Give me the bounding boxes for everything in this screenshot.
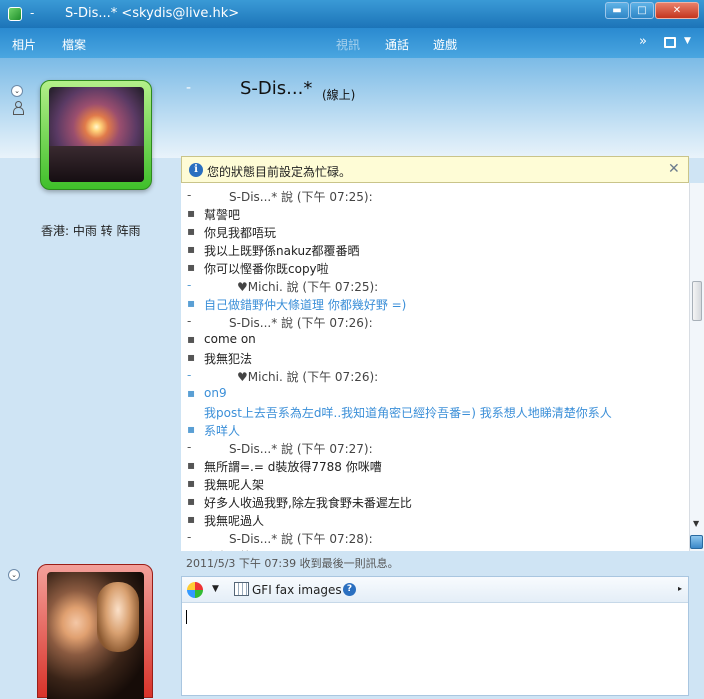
sender-header: S-Dis...* 說 (下午 07:26):: [229, 316, 373, 330]
message-text: 我無呢人架: [204, 478, 265, 492]
compose-area[interactable]: ▼ GFI fax images ? ▸: [181, 576, 689, 696]
message-text: 系咩人: [204, 424, 241, 438]
chat-history[interactable]: - S-Dis...* 說 (下午 07:25): ▪ 幫謦吧 ▪ 你見我都唔玩 ▪ 我以上既…: [181, 183, 689, 551]
scroll-down-icon[interactable]: ▼: [693, 519, 699, 528]
sender-dash: -: [187, 278, 192, 292]
message-text: 我無呢過人: [204, 514, 265, 528]
sender-header: ♥Michi. 說 (下午 07:25):: [237, 280, 379, 294]
contact-name[interactable]: S-Dis...*: [240, 78, 312, 99]
message-text: 我以上既野係nakuz都覆番晒: [204, 244, 360, 258]
emoticon-dropdown-icon[interactable]: ▼: [212, 584, 219, 594]
sender-dash: -: [187, 440, 192, 454]
messenger-icon: [8, 7, 22, 21]
bullet: ▪: [187, 206, 196, 220]
bullet: ▪: [187, 350, 196, 364]
chat-scrollbar[interactable]: ▼: [689, 183, 704, 551]
title-dash: -: [30, 6, 35, 20]
sender-header: S-Dis...* 說 (下午 07:25):: [229, 190, 373, 204]
bullet: ▪: [187, 386, 196, 400]
bullet: ▪: [187, 494, 196, 508]
sender-dash: -: [187, 530, 192, 544]
title-bar: - S-Dis...* <skydis@live.hk> ▬ □ ✕: [0, 0, 704, 28]
sender-dash: -: [187, 188, 192, 202]
toolbar-more-icon[interactable]: ▸: [678, 584, 682, 593]
bullet: ▪: [187, 296, 196, 310]
message-text: 你可以慳番你既copy啦: [204, 262, 329, 276]
message-text: come on: [204, 332, 256, 346]
contact-card-icon[interactable]: [12, 101, 24, 115]
sender-header: ♥Michi. 說 (下午 07:26):: [237, 370, 379, 384]
minimize-button[interactable]: ▬: [605, 2, 629, 19]
bullet: ▪: [187, 512, 196, 526]
notification-text: 您的狀態目前設定為忙碌。: [207, 165, 352, 179]
bullet: ▪: [187, 476, 196, 490]
message-text: 幫謦吧: [204, 208, 241, 222]
sender-dash: -: [187, 368, 192, 382]
sender-dash: -: [187, 314, 192, 328]
header-dash: -: [186, 80, 192, 96]
menu-files[interactable]: 檔案: [62, 36, 86, 53]
message-text: 你見我都唔玩: [204, 226, 277, 240]
bullet: ▪: [187, 332, 196, 346]
message-text: on9: [204, 386, 227, 400]
contact-avatar-frame[interactable]: [40, 80, 152, 190]
contact-status: (線上): [322, 88, 356, 102]
sender-header: S-Dis...* 說 (下午 07:28):: [229, 532, 373, 546]
menu-bar: 相片 檔案 視訊 通話 遊戲 » ▼: [0, 28, 704, 58]
scrollbar-thumb[interactable]: [692, 281, 702, 321]
bullet: ▪: [187, 458, 196, 472]
emoticon-icon[interactable]: [187, 582, 203, 598]
maximize-button[interactable]: □: [630, 2, 654, 19]
bullet: ▪: [187, 422, 196, 436]
menu-call[interactable]: 通話: [385, 36, 409, 53]
tools-dropdown-icon[interactable]: ▼: [684, 36, 691, 46]
close-button[interactable]: ✕: [655, 2, 699, 19]
help-icon[interactable]: ?: [343, 583, 356, 596]
menu-photos[interactable]: 相片: [12, 36, 36, 53]
message-text: 好多人收過我野,除左我食野未番遲左比: [204, 496, 412, 510]
last-message-status: 2011/5/3 下午 07:39 收到最後一則訊息。: [186, 557, 399, 570]
menu-more-button[interactable]: »: [639, 34, 647, 49]
bullet: ▪: [187, 260, 196, 274]
message-text: 我無犯法: [204, 352, 253, 366]
notification-close-button[interactable]: ✕: [668, 161, 680, 177]
message-text: 我走既等!: [204, 548, 257, 551]
menu-games[interactable]: 遊戲: [433, 36, 457, 53]
contact-avatar: [49, 87, 144, 182]
window-title: S-Dis...* <skydis@live.hk>: [65, 6, 240, 21]
fax-icon[interactable]: [234, 582, 249, 596]
message-text: 無所謂=.= d裝放得7788 你咪嘈: [204, 460, 382, 474]
weather-info: 香港: 中雨 转 阵雨: [41, 224, 141, 238]
sender-header: S-Dis...* 說 (下午 07:27):: [229, 442, 373, 456]
collapse-icon-bottom[interactable]: ⌄: [8, 569, 20, 581]
compose-toolbar: ▼ GFI fax images ? ▸: [182, 577, 688, 603]
message-text: 我post上去吾系為左d咩..我知道角密已經拎吾番=) 我系想人地睇清楚你系人: [204, 406, 612, 420]
user-avatar: [47, 572, 144, 699]
status-notification: i 您的狀態目前設定為忙碌。 ✕: [181, 156, 689, 183]
bullet: ▪: [187, 548, 199, 551]
bullet: ▪: [187, 224, 196, 238]
user-avatar-frame[interactable]: [37, 564, 153, 699]
tools-icon[interactable]: [664, 37, 676, 48]
message-text: 自己做錯野仲大條道理 你都幾好野 =): [204, 298, 407, 312]
bullet: ▪: [187, 242, 196, 256]
menu-video[interactable]: 視訊: [336, 36, 360, 53]
gfi-fax-images-button[interactable]: GFI fax images: [252, 583, 342, 597]
text-caret: [186, 610, 187, 624]
collapse-icon[interactable]: ⌄: [11, 85, 23, 97]
info-icon: i: [189, 163, 203, 177]
status-expand-icon[interactable]: [690, 535, 703, 549]
